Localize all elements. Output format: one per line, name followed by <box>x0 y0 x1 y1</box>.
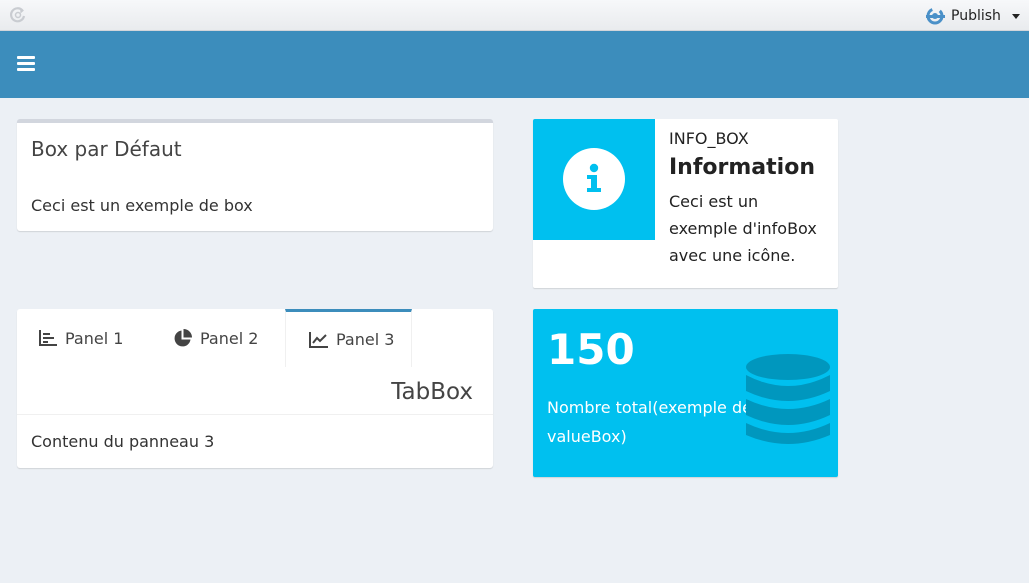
refresh-icon[interactable] <box>8 5 28 25</box>
value-box: 150 Nombre total(exemple de valueBox) <box>533 309 838 477</box>
info-box: INFO_BOX Information Ceci est un exemple… <box>533 119 838 288</box>
divider <box>17 414 493 415</box>
info-box-description: Ceci est un exemple d'infoBox avec une i… <box>669 192 817 265</box>
tab-label: Panel 3 <box>336 330 395 349</box>
hamburger-icon[interactable] <box>17 56 35 72</box>
tab-panel-2[interactable]: Panel 2 <box>173 309 258 367</box>
pie-chart-icon <box>174 328 192 346</box>
info-icon <box>563 148 625 210</box>
viewer-toolbar: Publish <box>0 0 1029 31</box>
publish-label: Publish <box>951 8 1001 24</box>
info-box-value: Information <box>669 155 815 180</box>
box-title: Box par Défaut <box>31 137 182 161</box>
tab-box-title: TabBox <box>391 379 473 405</box>
box-body: Ceci est un exemple de box <box>31 196 253 215</box>
tab-panel-1[interactable]: Panel 1 <box>39 309 123 367</box>
publish-dropdown-icon[interactable] <box>1011 13 1020 19</box>
value-box-value: 150 <box>547 325 635 374</box>
tab-label: Panel 1 <box>65 328 124 348</box>
bar-chart-icon <box>39 330 57 346</box>
publish-button[interactable]: Publish <box>924 5 1020 27</box>
tab-content: Contenu du panneau 3 <box>31 432 215 451</box>
line-chart-icon <box>309 331 328 348</box>
default-box: Box par Défaut Ceci est un exemple de bo… <box>17 119 493 231</box>
database-icon <box>746 354 830 444</box>
dashboard-header <box>0 31 1029 98</box>
tab-panel-3[interactable]: Panel 3 <box>285 309 412 367</box>
tab-label: Panel 2 <box>200 328 259 348</box>
info-box-label: INFO_BOX <box>669 129 749 148</box>
publish-icon <box>926 7 945 25</box>
tab-bar: Panel 1 Panel 2 Panel 3 <box>17 309 493 367</box>
info-box-icon-area <box>533 119 655 240</box>
tab-box: Panel 1 Panel 2 Panel 3 TabBox Contenu d… <box>17 309 493 468</box>
